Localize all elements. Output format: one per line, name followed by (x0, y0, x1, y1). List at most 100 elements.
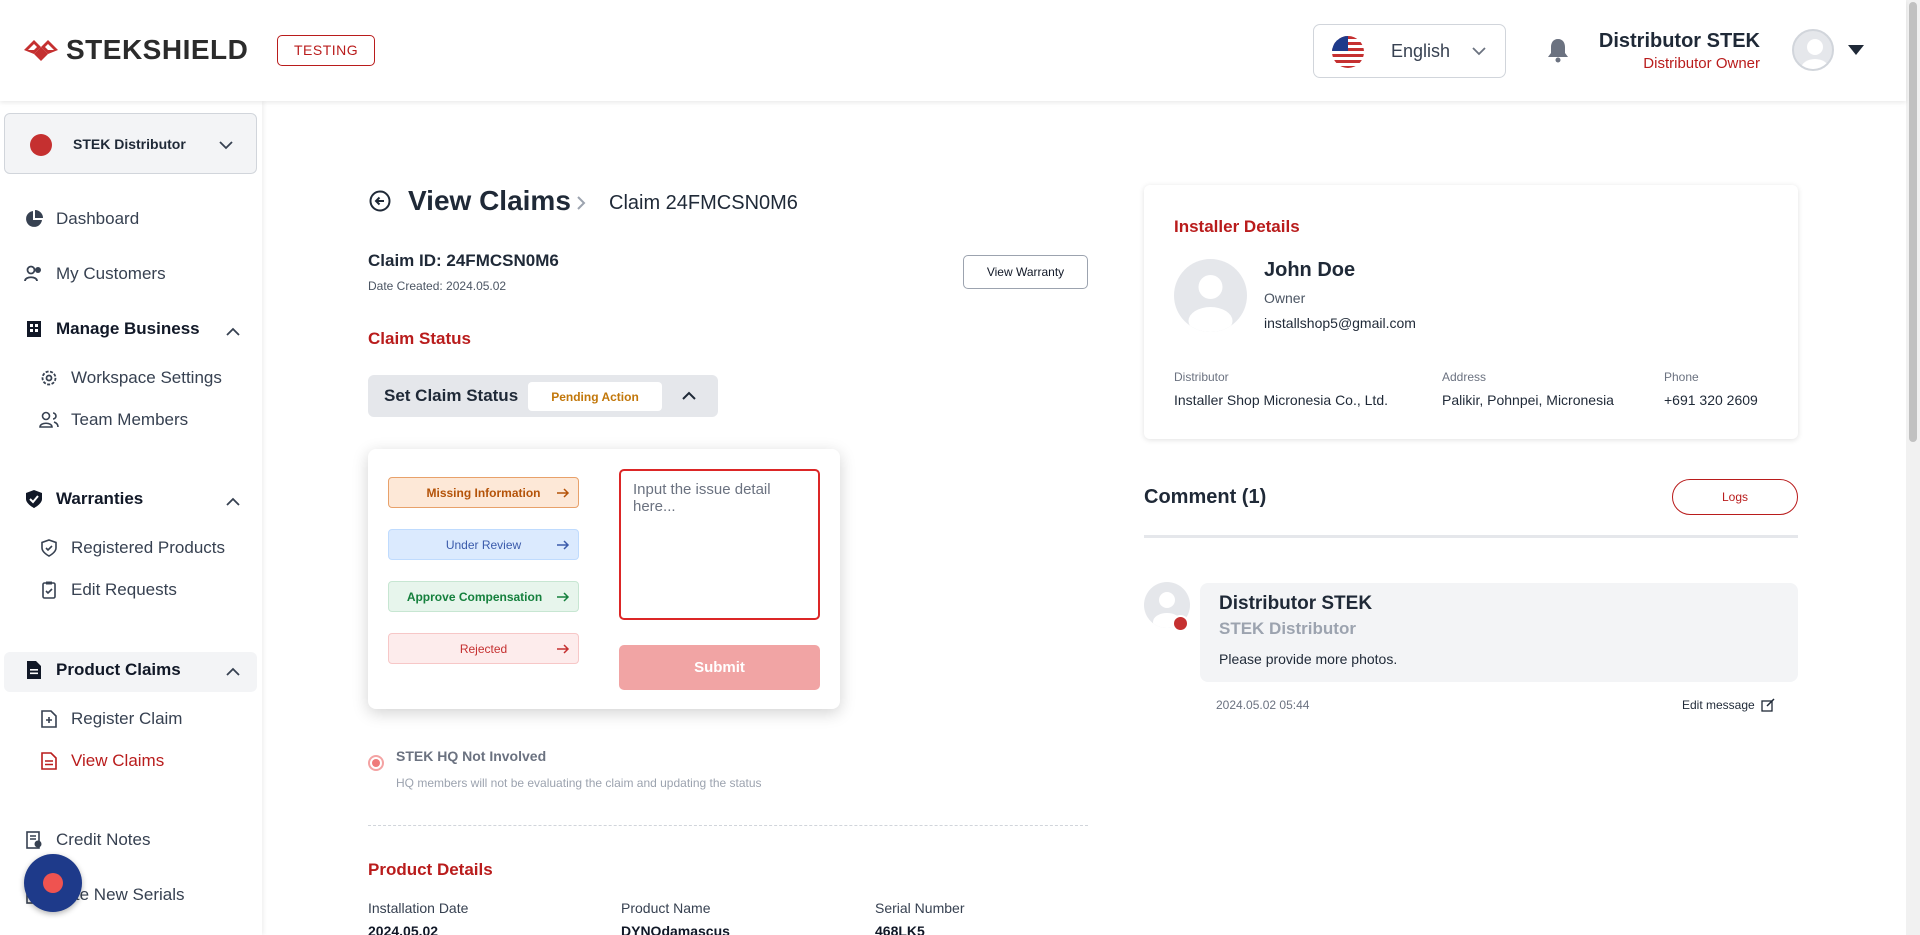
shield-icon (39, 538, 59, 558)
sidebar-item-dashboard[interactable]: Dashboard (24, 209, 139, 229)
sidebar-item-manage-business[interactable]: Manage Business (24, 319, 200, 339)
comment-bubble: Distributor STEK STEK Distributor Please… (1200, 583, 1798, 682)
user-name: Distributor STEK (1598, 30, 1760, 52)
clipboard-check-icon (39, 580, 59, 600)
top-header: STEKSHIELD TESTING English Distributor S… (0, 0, 1906, 101)
org-name: STEK Distributor (73, 136, 186, 152)
sidebar-item-label: My Customers (56, 264, 166, 283)
serial-number-label: Serial Number (875, 900, 965, 916)
distributor-value: Installer Shop Micronesia Co., Ltd. (1174, 392, 1388, 408)
serial-number-value: 468LK5 (875, 923, 925, 935)
user-avatar[interactable] (1792, 29, 1834, 71)
language-selector[interactable]: English (1313, 24, 1506, 78)
product-name-label: Product Name (621, 900, 711, 916)
installer-email: installshop5@gmail.com (1264, 315, 1416, 331)
page-scrollbar[interactable] (1906, 0, 1920, 935)
distributor-label: Distributor (1174, 370, 1229, 384)
building-icon (24, 319, 44, 339)
sidebar-item-product-claims[interactable]: Product Claims (24, 660, 181, 680)
language-label: English (1391, 41, 1451, 61)
chevron-down-icon (1472, 47, 1486, 56)
sidebar-item-register-claim[interactable]: Register Claim (39, 709, 182, 729)
floating-action-button[interactable] (24, 854, 82, 912)
installer-avatar (1174, 259, 1247, 332)
stekshield-logo[interactable]: STEKSHIELD (22, 34, 248, 66)
logs-button[interactable]: Logs (1672, 479, 1798, 515)
arrow-right-icon (557, 540, 570, 550)
status-option-label: Rejected (459, 641, 508, 656)
issue-detail-input[interactable] (619, 469, 820, 620)
pie-chart-icon (24, 209, 44, 229)
sidebar-item-label: Warranties (56, 489, 144, 508)
record-dot-icon (43, 873, 63, 893)
file-list-icon (39, 751, 59, 771)
phone-label: Phone (1664, 370, 1699, 384)
scrollbar-thumb[interactable] (1909, 2, 1917, 442)
set-claim-status-dropdown[interactable]: Set Claim Status Pending Action (368, 375, 718, 417)
address-label: Address (1442, 370, 1487, 384)
logo-mark-icon (24, 40, 58, 61)
sidebar-item-warranties[interactable]: Warranties (24, 489, 143, 509)
comments-divider (1144, 535, 1798, 538)
hq-not-involved-title: STEK HQ Not Involved (396, 748, 547, 764)
sidebar-item-label: Credit Notes (56, 830, 151, 849)
sidebar-item-registered-products[interactable]: Registered Products (39, 538, 225, 558)
notification-bell-icon[interactable] (1546, 37, 1570, 63)
claim-id: Claim ID: 24FMCSN0M6 (368, 251, 559, 270)
view-warranty-button[interactable]: View Warranty (963, 255, 1088, 289)
comments-heading: Comment (1) (1144, 486, 1267, 508)
installer-details-card: Installer Details John Doe Owner install… (1144, 185, 1798, 439)
claim-status-heading: Claim Status (368, 329, 471, 348)
sidebar-item-my-customers[interactable]: My Customers (24, 264, 166, 284)
sidebar-item-label: Manage Business (56, 319, 200, 338)
sidebar-item-label: Edit Requests (71, 580, 177, 599)
sidebar-item-view-claims[interactable]: View Claims (39, 751, 164, 771)
team-icon (39, 410, 59, 430)
sidebar-item-edit-requests[interactable]: Edit Requests (39, 580, 177, 600)
comment-timestamp: 2024.05.02 05:44 (1216, 698, 1310, 712)
installer-name: John Doe (1264, 259, 1356, 281)
phone-value: +691 320 2609 (1664, 392, 1758, 408)
arrow-right-icon (557, 592, 570, 602)
back-arrow-icon[interactable] (369, 190, 391, 212)
receipt-icon (24, 830, 44, 850)
environment-badge: TESTING (277, 35, 376, 66)
status-option-label: Approve Compensation (406, 589, 543, 604)
status-option-rejected[interactable]: Rejected (388, 633, 579, 664)
breadcrumb-current: Claim 24FMCSN0M6 (609, 192, 798, 214)
status-option-approve-compensation[interactable]: Approve Compensation (388, 581, 579, 612)
comment-message: Please provide more photos. (1219, 651, 1398, 667)
sidebar-item-workspace-settings[interactable]: Workspace Settings (39, 368, 222, 388)
edit-icon (1761, 698, 1775, 712)
hq-not-involved-radio[interactable] (368, 755, 384, 771)
comment-author: Distributor STEK (1219, 593, 1373, 614)
users-icon (24, 264, 44, 284)
chevron-up-icon[interactable] (224, 663, 242, 681)
chevron-right-icon (577, 196, 586, 210)
sidebar: STEK Distributor Dashboard My Customers … (0, 101, 262, 935)
file-plus-icon (39, 709, 59, 729)
submit-button[interactable]: Submit (619, 645, 820, 690)
status-option-missing-information[interactable]: Missing Information (388, 477, 579, 508)
gear-icon (39, 368, 59, 388)
chevron-down-icon (219, 141, 233, 150)
sidebar-item-credit-notes[interactable]: Credit Notes (24, 830, 150, 850)
user-menu-caret-icon[interactable] (1846, 42, 1866, 58)
claim-date-created: Date Created: 2024.05.02 (368, 279, 507, 293)
comment-author-org: STEK Distributor (1219, 619, 1356, 638)
sidebar-item-team-members[interactable]: Team Members (39, 410, 188, 430)
sidebar-item-label: Workspace Settings (71, 368, 222, 387)
product-name-value: DYNOdamascus (621, 923, 730, 935)
status-option-label: Missing Information (426, 485, 541, 500)
organization-switcher[interactable]: STEK Distributor (4, 113, 257, 174)
edit-message-label: Edit message (1682, 698, 1755, 712)
user-role: Distributor Owner (1643, 55, 1760, 72)
document-icon (24, 660, 44, 680)
chevron-up-icon[interactable] (224, 493, 242, 511)
chevron-up-icon[interactable] (224, 323, 242, 341)
sidebar-item-label: Dashboard (56, 209, 140, 228)
current-status-badge: Pending Action (528, 382, 662, 411)
status-option-under-review[interactable]: Under Review (388, 529, 579, 560)
edit-message-button[interactable]: Edit message (1682, 698, 1775, 712)
hq-not-involved-description: HQ members will not be evaluating the cl… (396, 776, 762, 790)
